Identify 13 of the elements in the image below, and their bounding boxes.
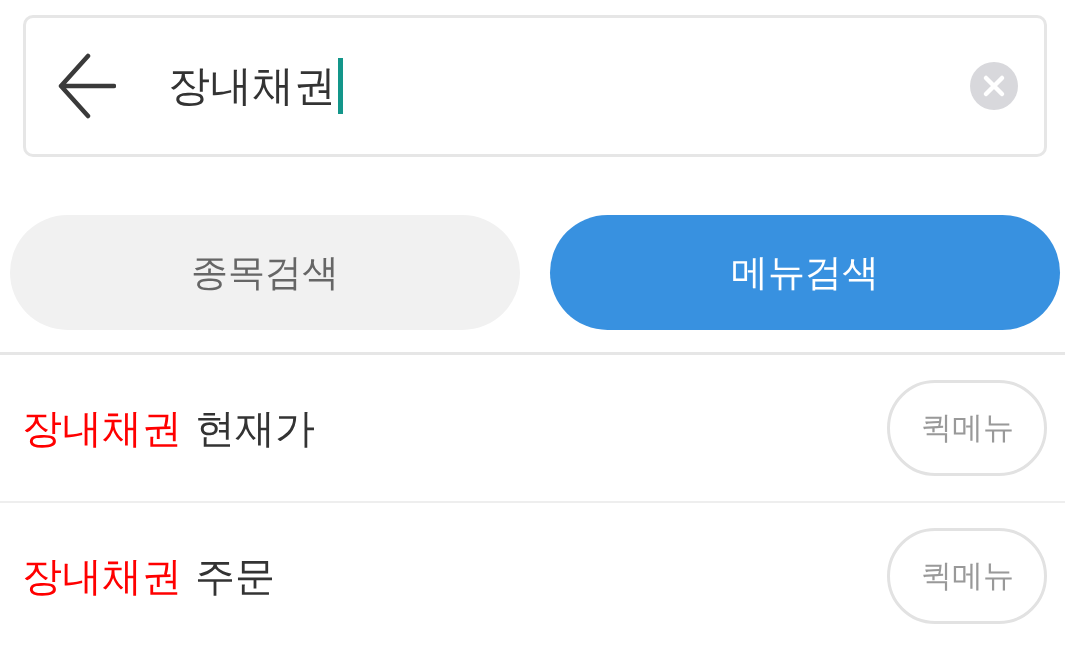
text-cursor-icon bbox=[338, 58, 343, 114]
back-button[interactable] bbox=[58, 53, 116, 119]
result-title: 장내채권 현재가 bbox=[22, 403, 315, 453]
search-tab[interactable]: 종목검색 bbox=[10, 215, 520, 330]
result-title: 장내채권 주문 bbox=[22, 551, 275, 601]
search-field[interactable]: 장내채권 bbox=[23, 15, 1047, 157]
result-row[interactable]: 장내채권 주문 퀵메뉴 bbox=[0, 503, 1065, 645]
result-row[interactable]: 장내채권 현재가 퀵메뉴 bbox=[0, 355, 1065, 503]
quick-menu-button[interactable]: 퀵메뉴 bbox=[887, 380, 1047, 476]
quick-menu-button[interactable]: 퀵메뉴 bbox=[887, 528, 1047, 624]
back-arrow-icon bbox=[58, 53, 116, 119]
search-tab[interactable]: 메뉴검색 bbox=[550, 215, 1060, 330]
clear-icon bbox=[970, 62, 1018, 110]
